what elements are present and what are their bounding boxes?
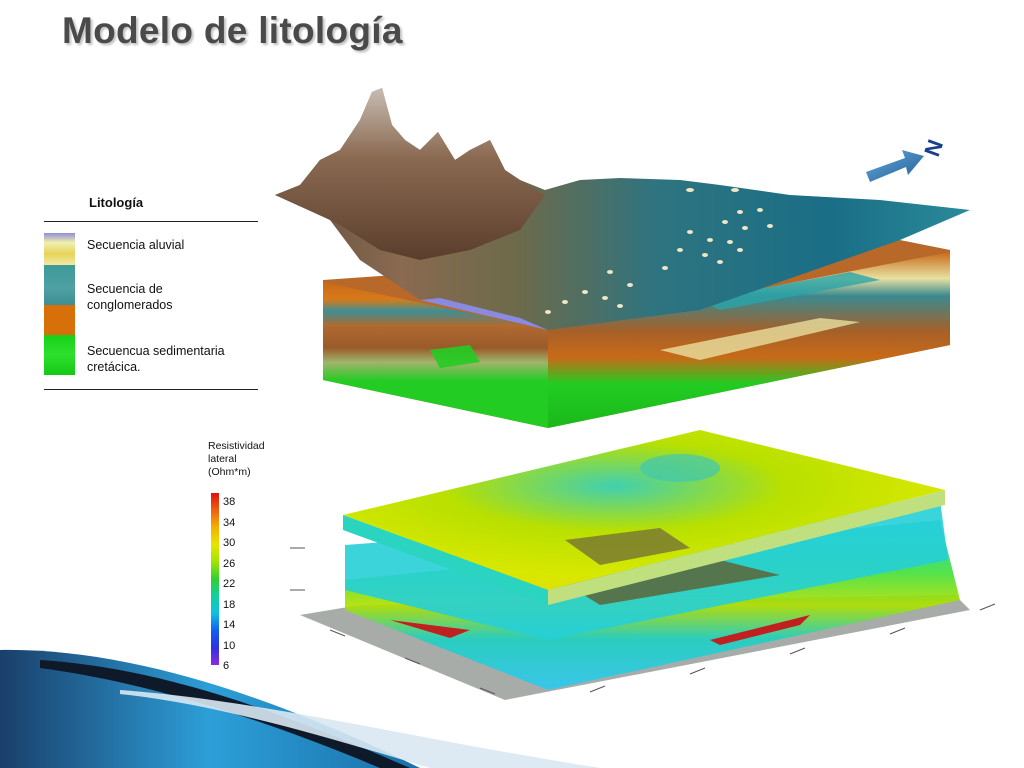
- north-label: N: [919, 136, 948, 159]
- block-cream-lens: [660, 318, 860, 360]
- legend-label-cretacica-1: Secuencua sedimentaria: [87, 344, 225, 358]
- resistivity-tick: 18: [223, 598, 236, 611]
- red-lens-left: [390, 620, 470, 638]
- lithology-block-model: [275, 88, 970, 428]
- dark-band: [560, 560, 780, 605]
- resistivity-tick: 30: [223, 537, 236, 549]
- decor-wave-light: [120, 690, 600, 768]
- well-markers: [545, 188, 773, 314]
- north-arrow: N: [866, 136, 948, 182]
- block-front-face: [323, 282, 548, 428]
- base-plane: [300, 595, 970, 700]
- lithology-legend-title: Litología: [89, 195, 144, 210]
- legend-label-cretacica-2: cretácica.: [87, 360, 141, 374]
- resistivity-legend: Resistividad lateral (Ohm*m) 38 34 30 26…: [208, 440, 288, 675]
- block-side-face: [548, 252, 950, 428]
- resistivity-legend-title: Resistividad lateral (Ohm*m): [208, 440, 265, 478]
- middle-slab: [345, 500, 948, 640]
- olive-patch: [565, 528, 690, 565]
- resistivity-tick: 34: [223, 516, 236, 529]
- slide-decoration: [0, 649, 600, 768]
- legend-top-rule: [44, 221, 258, 222]
- resistivity-tick: 22: [223, 578, 236, 590]
- resistivity-color-bar: [211, 493, 219, 665]
- slide-title: Modelo de litología: [62, 10, 403, 51]
- swatch-conglomerados: [44, 265, 75, 305]
- terrain-surface: [275, 88, 970, 330]
- top-slab-side: [548, 490, 945, 605]
- top-slab-surface: [343, 430, 945, 590]
- resistivity-tick: 6: [223, 660, 230, 672]
- resistivity-tick: 10: [223, 639, 236, 652]
- teal-low-zone: [640, 454, 720, 482]
- block-body: [323, 240, 950, 428]
- top-slab-front: [343, 515, 548, 605]
- mountain-range: [275, 88, 545, 260]
- swatch-orange-unit: [44, 305, 75, 335]
- legend-label-conglomerados-2: conglomerados: [87, 298, 173, 312]
- swatch-aluvial: [44, 233, 75, 265]
- block-green-lens: [430, 345, 480, 368]
- resistivity-tick: 26: [223, 557, 236, 570]
- legend-label-aluvial: Secuencia aluvial: [87, 238, 185, 252]
- aluvial-strip: [420, 298, 548, 330]
- block-teal-lens: [700, 272, 880, 310]
- lithology-legend: Litología Secuencia aluvial Secuencia de…: [44, 195, 258, 395]
- resistivity-tick: 14: [223, 619, 236, 631]
- axis-ticks: [290, 547, 996, 695]
- decor-wave-black: [40, 660, 410, 768]
- north-arrow-icon: [866, 150, 924, 182]
- legend-label-conglomerados-1: Secuencia de: [87, 282, 163, 296]
- lower-slab: [345, 520, 960, 690]
- resistivity-block-model: [290, 430, 996, 700]
- legend-bottom-rule: [44, 389, 258, 390]
- red-lens-right: [710, 615, 810, 645]
- resistivity-tick: 38: [223, 496, 236, 508]
- swatch-cretacica: [44, 335, 75, 375]
